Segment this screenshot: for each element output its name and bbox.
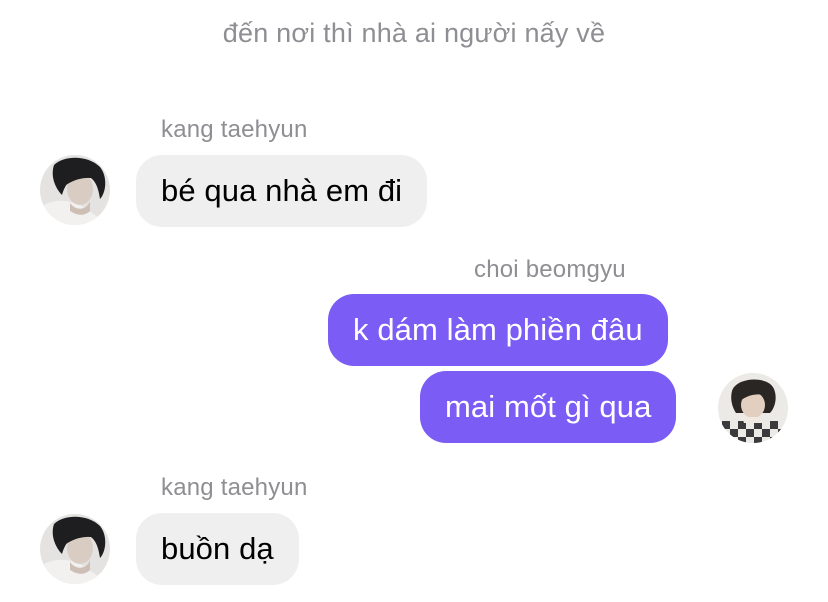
sender-name: choi beomgyu — [474, 256, 626, 283]
message-text: buồn dạ — [161, 531, 274, 566]
avatar-kang-taehyun-icon[interactable] — [40, 155, 110, 225]
sender-name: kang taehyun — [161, 116, 308, 143]
message-bubble[interactable]: k dám làm phiền đâu — [328, 294, 668, 366]
message-text: mai mốt gì qua — [445, 389, 652, 424]
message-bubble[interactable]: bé qua nhà em đi — [136, 155, 428, 227]
message-bubble[interactable]: mai mốt gì qua — [420, 371, 677, 443]
message-text: k dám làm phiền đâu — [353, 312, 643, 347]
avatar-choi-beomgyu-icon[interactable] — [718, 373, 788, 443]
avatar-kang-taehyun-icon[interactable] — [40, 514, 110, 584]
sender-name: kang taehyun — [161, 474, 308, 501]
message-text: bé qua nhà em đi — [161, 173, 403, 208]
system-message: đến nơi thì nhà ai người nấy về — [222, 18, 606, 48]
message-bubble[interactable]: buồn dạ — [136, 513, 299, 585]
